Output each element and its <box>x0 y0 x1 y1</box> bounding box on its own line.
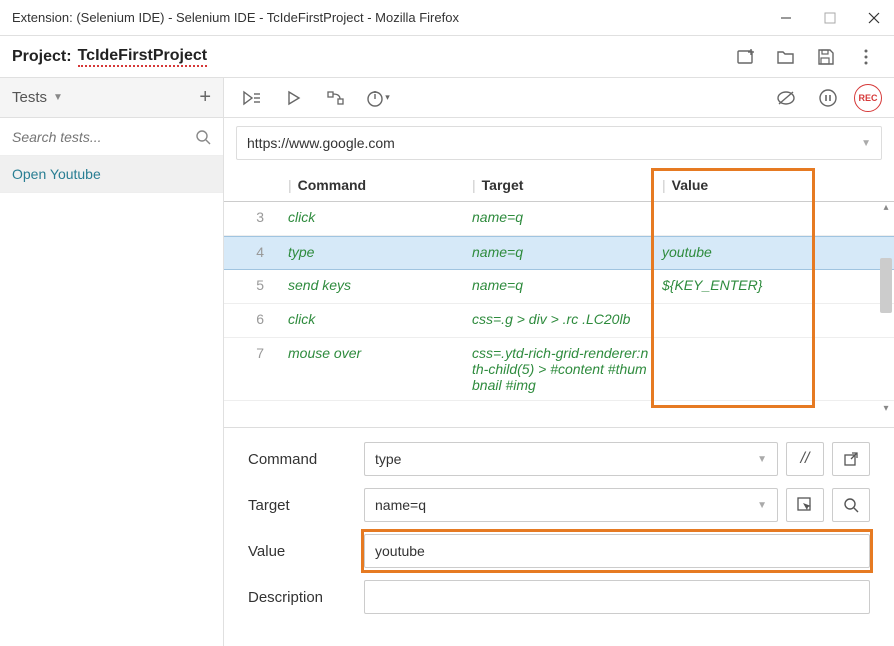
run-button[interactable] <box>278 82 310 114</box>
record-button[interactable]: REC <box>854 84 882 112</box>
test-item[interactable]: Open Youtube <box>0 156 223 193</box>
tests-header: Tests ▼ + <box>0 78 223 118</box>
minimize-button[interactable] <box>778 10 794 26</box>
pause-button[interactable] <box>812 82 844 114</box>
sidebar: Tests ▼ + Open Youtube <box>0 78 224 646</box>
close-button[interactable] <box>866 10 882 26</box>
open-project-button[interactable] <box>770 41 802 73</box>
test-list: Open Youtube <box>0 156 223 646</box>
row-number: 6 <box>224 311 278 327</box>
scrollbar-thumb[interactable] <box>880 258 892 313</box>
row-target: name=q <box>468 277 658 293</box>
row-target: name=q <box>468 244 658 260</box>
row-command: mouse over <box>278 345 468 361</box>
open-new-window-button[interactable] <box>832 442 870 476</box>
chevron-down-icon[interactable]: ▼ <box>53 92 63 103</box>
row-value: ${KEY_ENTER} <box>658 277 894 293</box>
header-target[interactable]: |Target <box>468 177 658 193</box>
row-target: css=.g > div > .rc .LC20lb <box>468 311 658 327</box>
command-field-label: Command <box>248 451 364 468</box>
run-all-button[interactable] <box>236 82 268 114</box>
table-row[interactable]: 3clickname=q <box>224 202 894 236</box>
search-icon[interactable] <box>195 129 211 145</box>
row-number: 3 <box>224 209 278 225</box>
window-titlebar: Extension: (Selenium IDE) - Selenium IDE… <box>0 0 894 36</box>
detail-form: Command type▼ // Target name=q▼ Value yo… <box>224 427 894 646</box>
window-title: Extension: (Selenium IDE) - Selenium IDE… <box>12 10 778 25</box>
add-test-button[interactable]: + <box>199 86 211 109</box>
row-number: 5 <box>224 277 278 293</box>
project-label: Project: <box>12 48 72 66</box>
description-field-label: Description <box>248 589 364 606</box>
row-command: type <box>278 244 468 260</box>
search-tests <box>0 118 223 156</box>
disable-breakpoints-button[interactable] <box>770 82 802 114</box>
description-field-input[interactable] <box>364 580 870 614</box>
row-number: 7 <box>224 345 278 361</box>
command-field-input[interactable]: type▼ <box>364 442 778 476</box>
table-row[interactable]: 5send keysname=q${KEY_ENTER} <box>224 270 894 304</box>
row-value: youtube <box>658 244 894 260</box>
step-button[interactable] <box>320 82 352 114</box>
row-command: click <box>278 311 468 327</box>
scroll-down-button[interactable]: ▾ <box>880 403 892 415</box>
new-project-button[interactable] <box>730 41 762 73</box>
target-field-input[interactable]: name=q▼ <box>364 488 778 522</box>
more-menu-button[interactable] <box>850 41 882 73</box>
project-name[interactable]: TcIdeFirstProject <box>78 47 208 67</box>
table-row[interactable]: 7mouse overcss=.ytd-rich-grid-renderer:n… <box>224 338 894 401</box>
search-tests-input[interactable] <box>12 129 195 145</box>
value-field-input[interactable]: youtube <box>364 534 870 568</box>
scroll-up-button[interactable]: ▴ <box>880 202 892 214</box>
command-table: |Command |Target |Value 3clickname=q4typ… <box>224 168 894 427</box>
base-url-value: https://www.google.com <box>247 135 395 151</box>
table-row[interactable]: 4typename=qyoutube <box>224 236 894 270</box>
select-target-button[interactable] <box>786 488 824 522</box>
maximize-button[interactable] <box>822 10 838 26</box>
row-command: send keys <box>278 277 468 293</box>
row-number: 4 <box>224 244 278 260</box>
toggle-comment-button[interactable]: // <box>786 442 824 476</box>
chevron-down-icon[interactable]: ▼ <box>861 138 871 149</box>
value-field-label: Value <box>248 543 364 560</box>
header-value[interactable]: |Value <box>658 177 894 193</box>
project-bar: Project: TcIdeFirstProject <box>0 36 894 78</box>
toolbar: ▾ REC <box>224 78 894 118</box>
find-target-button[interactable] <box>832 488 870 522</box>
target-field-label: Target <box>248 497 364 514</box>
speed-button[interactable]: ▾ <box>362 82 394 114</box>
right-panel: ▾ REC https://www.google.com ▼ |Command … <box>224 78 894 646</box>
row-command: click <box>278 209 468 225</box>
header-command[interactable]: |Command <box>278 177 468 193</box>
row-target: name=q <box>468 209 658 225</box>
base-url-input[interactable]: https://www.google.com ▼ <box>236 126 882 160</box>
tests-label[interactable]: Tests <box>12 89 47 106</box>
row-target: css=.ytd-rich-grid-renderer:nth-child(5)… <box>468 345 658 393</box>
table-row[interactable]: 6clickcss=.g > div > .rc .LC20lb <box>224 304 894 338</box>
save-project-button[interactable] <box>810 41 842 73</box>
